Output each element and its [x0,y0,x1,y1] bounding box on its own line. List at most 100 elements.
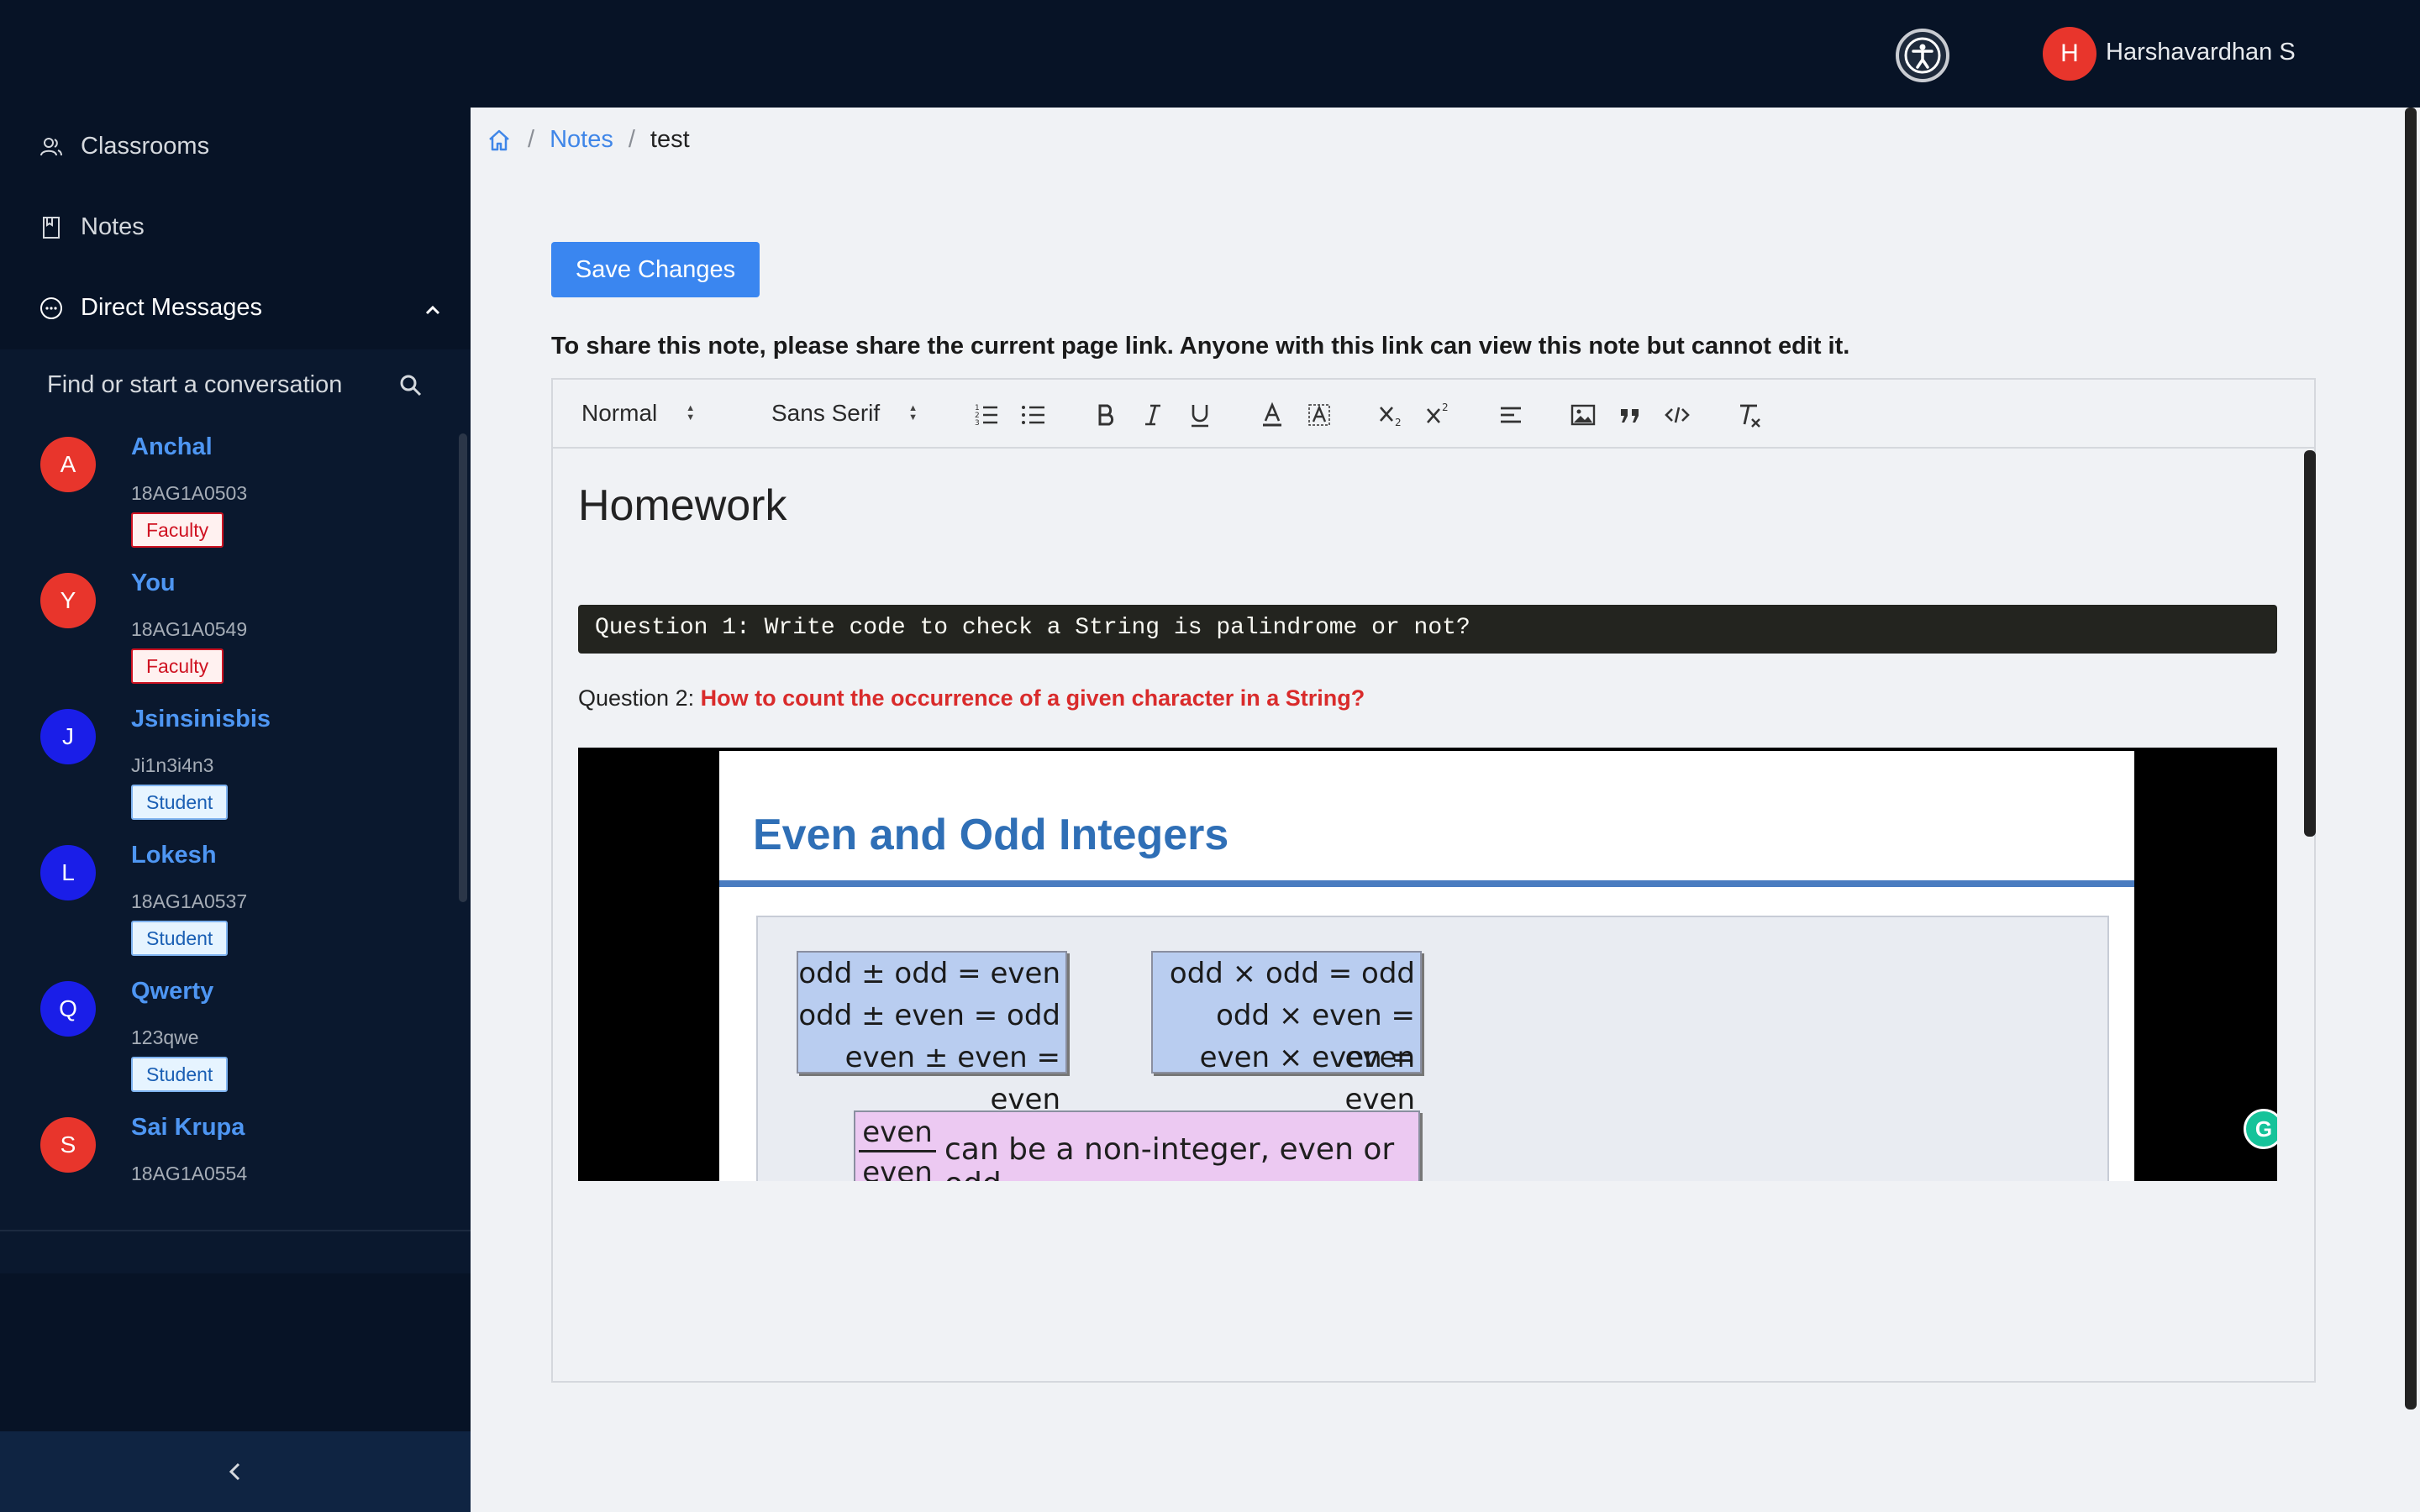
contact-name: You [131,570,176,596]
code-block: Question 1: Write code to check a String… [578,605,2277,654]
breadcrumb-separator: / [628,126,635,153]
search-icon[interactable] [398,373,424,398]
insert-image-button[interactable] [1566,398,1600,432]
contact-avatar: S [40,1117,96,1173]
video-slide: Even and Odd Integers odd ± odd = even o… [719,751,2134,1181]
collapse-sidebar-button[interactable] [0,1431,471,1512]
note-editor: Normal ▲ ▼ Sans Serif ▲ ▼ 1 2 3 2 2 Home… [551,378,2316,1383]
code-icon [1665,407,1690,423]
conversation-search-input[interactable]: Find or start a conversation [47,371,342,399]
clear-formatting-button[interactable] [1733,398,1766,432]
contact-name: Sai Krupa [131,1114,245,1141]
heading-select-value: Normal [581,400,658,426]
select-arrows-icon: ▲ ▼ [686,403,696,423]
question-2-text: How to count the occurrence of a given c… [700,685,1365,711]
math-rule: even × even = even [1199,1041,1415,1116]
subscript-button[interactable]: 2 [1375,398,1408,432]
question-2-prefix: Question 2: [578,685,701,711]
page-scrollbar[interactable] [2405,108,2417,1410]
bold-button[interactable] [1089,398,1123,432]
chevron-left-icon [229,1462,240,1481]
fraction-denominator: even [862,1156,933,1181]
division-rule-text: can be a non-integer, even or odd [944,1132,1395,1181]
contact-item[interactable]: A Anchal 18AG1A0503 Faculty [0,433,454,568]
contact-item[interactable]: Y You 18AG1A0549 Faculty [0,570,454,704]
contacts-scrollbar[interactable] [459,433,467,902]
math-rule: odd × odd = odd [1169,957,1415,990]
underline-button[interactable] [1183,398,1217,432]
division-rule-box: even even can be a non-integer, even or … [854,1110,1420,1181]
contact-id: Ji1n3i4n3 [131,754,214,776]
code-block-button[interactable] [1660,398,1694,432]
text-color-icon [1263,402,1281,427]
sidebar-item-classrooms[interactable]: Classrooms [39,133,209,160]
save-changes-button[interactable]: Save Changes [551,242,760,297]
chevron-up-icon[interactable] [424,301,442,319]
select-arrows-icon: ▲ ▼ [908,403,918,423]
align-button[interactable] [1494,398,1528,432]
math-rule: odd ± odd = even [798,957,1060,990]
contact-avatar: L [40,845,96,900]
font-select[interactable]: Sans Serif ▲ ▼ [771,400,918,427]
grammarly-icon[interactable]: G [2244,1109,2277,1149]
contact-name: Qwerty [131,978,214,1005]
question-2: Question 2: How to count the occurrence … [578,685,1365,711]
italic-button[interactable] [1136,398,1170,432]
image-icon [1570,404,1596,426]
breadcrumb-current: test [650,126,690,153]
contact-item[interactable]: J Jsinsinisbis Ji1n3i4n3 Student [0,706,454,840]
user-name[interactable]: Harshavardhan S [2106,39,2296,66]
contact-avatar: J [40,709,96,764]
superscript-button[interactable]: 2 [1422,398,1455,432]
direct-messages-panel: Find or start a conversation A Anchal 18AG… [0,349,471,1273]
role-badge: Student [131,785,229,820]
sidebar-item-notes[interactable]: Notes [39,213,145,241]
bold-icon [1098,404,1114,426]
accessibility-button[interactable] [1896,29,1949,82]
contact-item[interactable]: L Lokesh 18AG1A0537 Student [0,842,454,976]
font-select-value: Sans Serif [771,400,881,426]
chat-icon [40,297,62,319]
ordered-list-icon: 1 2 3 [975,404,997,428]
top-bar: H Harshavardhan S [0,0,2420,108]
ordered-list-button[interactable]: 1 2 3 [970,398,1003,432]
editor-scrollbar[interactable] [2304,450,2316,837]
contact-item[interactable]: S Sai Krupa 18AG1A0554 [0,1114,454,1248]
breadcrumb: / Notes / test [486,126,690,154]
svg-text:2: 2 [1395,417,1402,428]
text-color-button[interactable] [1255,398,1289,432]
bullet-list-button[interactable] [1017,398,1050,432]
contact-name: Lokesh [131,842,217,869]
role-badge: Student [131,921,229,956]
italic-icon [1145,404,1160,426]
sidebar: Classrooms Notes Direct Messages Find or… [0,108,471,1512]
math-rule: odd × even = even [1216,999,1415,1074]
contact-name: Jsinsinisbis [131,706,271,732]
fraction-numerator: even [859,1112,936,1152]
home-icon[interactable] [486,127,513,154]
contact-name: Anchal [131,433,213,460]
book-icon [43,216,60,239]
background-color-icon [1308,404,1330,426]
sidebar-item-direct-messages[interactable]: Direct Messages [39,294,442,322]
subscript-icon: 2 [1380,407,1402,428]
embedded-video[interactable]: Even and Odd Integers odd ± odd = even o… [578,748,2277,1181]
document-heading: Homework [578,481,787,530]
background-color-button[interactable] [1302,398,1336,432]
breadcrumb-separator: / [528,126,535,153]
accessibility-icon [1904,37,1941,74]
math-rule: even ± even = even [844,1041,1060,1116]
user-avatar[interactable]: H [2043,27,2096,81]
share-note-text: To share this note, please share the cur… [551,333,1850,360]
blockquote-button[interactable] [1613,398,1647,432]
underline-icon [1192,405,1208,428]
heading-select[interactable]: Normal ▲ ▼ [581,400,695,427]
sidebar-item-label: Notes [81,213,145,240]
contact-id: 123qwe [131,1026,199,1048]
svg-text:3: 3 [975,419,980,428]
breadcrumb-notes-link[interactable]: Notes [550,126,613,154]
contact-id: 18AG1A0537 [131,890,248,912]
contact-id: 18AG1A0549 [131,618,248,640]
slide-rule [719,880,2134,887]
contact-item[interactable]: Q Qwerty 123qwe Student [0,978,454,1112]
